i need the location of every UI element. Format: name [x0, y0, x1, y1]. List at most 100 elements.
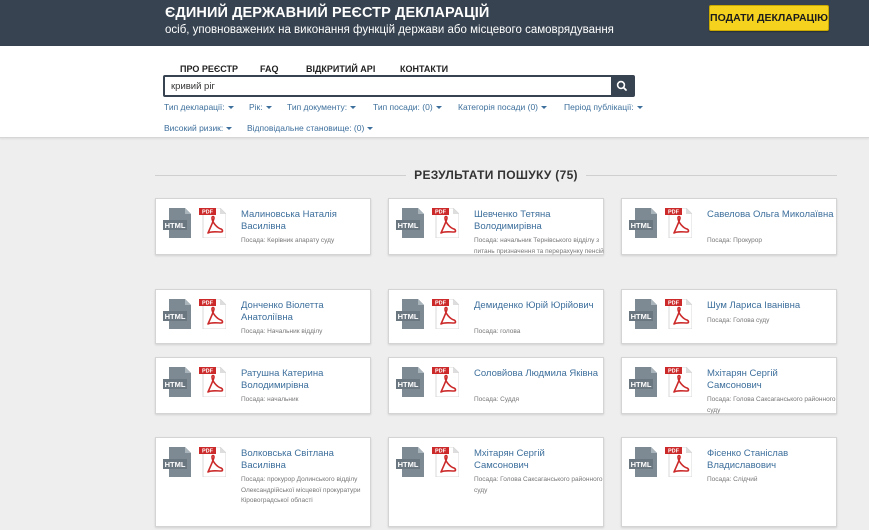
declarant-position: Посада: голова — [474, 328, 521, 335]
html-file-icon[interactable]: HTML — [629, 447, 657, 477]
results-title: РЕЗУЛЬТАТИ ПОШУКУ (75) — [0, 168, 869, 182]
declarant-name-link[interactable]: Малиновська Наталія Василівна — [241, 209, 369, 233]
html-file-icon[interactable]: HTML — [629, 299, 657, 329]
search-input[interactable] — [165, 77, 611, 95]
pdf-file-icon[interactable]: PDF — [665, 367, 692, 397]
declarant-name-link[interactable]: Волковська Світлана Василівна — [241, 448, 369, 472]
declarant-name-link[interactable]: Савелова Ольга Миколаївна — [707, 209, 835, 221]
result-card: HTML PDF Волковська Світлана Василівна П… — [155, 437, 371, 527]
declarant-position: Посада: Суддя — [474, 396, 520, 403]
declarant-name-link[interactable]: Шум Лариса Іванівна — [707, 300, 835, 312]
nav-contacts[interactable]: КОНТАКТИ — [400, 64, 448, 74]
html-file-icon[interactable]: HTML — [163, 367, 191, 397]
site-title[interactable]: ЄДИНИЙ ДЕРЖАВНИЙ РЕЄСТР ДЕКЛАРАЦІЙ — [165, 5, 489, 21]
filter-position-type[interactable]: Тип посади: (0) — [373, 102, 442, 112]
filter-responsible-position[interactable]: Відповідальне становище: (0) — [247, 123, 374, 133]
search-button[interactable] — [611, 77, 633, 95]
filter-declaration-type[interactable]: Тип декларації: — [164, 102, 234, 112]
pdf-file-icon[interactable]: PDF — [432, 367, 459, 397]
declarant-name-link[interactable]: Мхітарян Сергій Самсонович — [707, 368, 835, 392]
declarant-position: Посада: начальник Тернівського відділу з… — [474, 237, 604, 255]
nav-faq[interactable]: FAQ — [260, 64, 279, 74]
filter-document-type[interactable]: Тип документу: — [287, 102, 357, 112]
html-file-icon[interactable]: HTML — [629, 367, 657, 397]
nav-open-api[interactable]: ВІДКРИТИЙ API — [306, 64, 375, 74]
caret-down-icon — [226, 127, 233, 131]
caret-down-icon — [265, 106, 272, 110]
pdf-label: PDF — [435, 369, 447, 375]
search-panel: ПРО РЕЄСТР FAQ ВІДКРИТИЙ API КОНТАКТИ Ти… — [0, 46, 869, 138]
declarant-position: Посада: Голова суду — [707, 317, 770, 324]
declarant-position: Посада: Слідчий — [707, 476, 758, 483]
declarant-position: Посада: начальник — [241, 396, 299, 403]
pdf-file-icon[interactable]: PDF — [199, 447, 226, 477]
pdf-label: PDF — [668, 369, 680, 375]
pdf-label: PDF — [202, 210, 214, 216]
caret-down-icon — [367, 127, 374, 131]
html-file-icon[interactable]: HTML — [396, 208, 424, 238]
declarant-name-link[interactable]: Демиденко Юрій Юрійович — [474, 300, 602, 312]
pdf-file-icon[interactable]: PDF — [665, 447, 692, 477]
html-label: HTML — [631, 312, 652, 321]
html-label: HTML — [631, 460, 652, 469]
declarant-position: Посада: Начальник відділу — [241, 328, 323, 335]
html-label: HTML — [631, 221, 652, 230]
caret-down-icon — [350, 106, 357, 110]
declarant-name-link[interactable]: Мхітарян Сергій Самсонович — [474, 448, 602, 472]
result-card: HTML PDF Мхітарян Сергій Самсонович Поса… — [388, 437, 604, 527]
declarant-position: Посада: Голова Саксаганського районного … — [707, 396, 836, 414]
filter-position-category[interactable]: Категорія посади (0) — [458, 102, 548, 112]
pdf-file-icon[interactable]: PDF — [665, 208, 692, 238]
pdf-file-icon[interactable]: PDF — [199, 208, 226, 238]
declarant-name-link[interactable]: Донченко Віолетта Анатоліївна — [241, 300, 369, 324]
pdf-label: PDF — [202, 449, 214, 455]
html-label: HTML — [398, 221, 419, 230]
caret-down-icon — [636, 106, 643, 110]
html-file-icon[interactable]: HTML — [163, 299, 191, 329]
declarant-position: Посада: прокурор Долинського відділу Оле… — [241, 476, 361, 504]
declarant-name-link[interactable]: Шевченко Тетяна Володимирівна — [474, 209, 602, 233]
html-file-icon[interactable]: HTML — [396, 367, 424, 397]
site-header: ЄДИНИЙ ДЕРЖАВНИЙ РЕЄСТР ДЕКЛАРАЦІЙ осіб,… — [0, 0, 869, 46]
result-card: HTML PDF Малиновська Наталія Василівна П… — [155, 198, 371, 255]
declarant-name-link[interactable]: Соловйова Людмила Яківна — [474, 368, 602, 380]
result-card: HTML PDF Донченко Віолетта Анатоліївна П… — [155, 289, 371, 344]
nav-about[interactable]: ПРО РЕЄСТР — [180, 64, 238, 74]
pdf-file-icon[interactable]: PDF — [199, 367, 226, 397]
html-label: HTML — [165, 460, 186, 469]
pdf-label: PDF — [435, 301, 447, 307]
pdf-file-icon[interactable]: PDF — [432, 208, 459, 238]
html-file-icon[interactable]: HTML — [396, 447, 424, 477]
pdf-label: PDF — [202, 369, 214, 375]
html-label: HTML — [398, 380, 419, 389]
pdf-label: PDF — [202, 301, 214, 307]
filter-publication-period[interactable]: Період публікації: — [564, 102, 643, 112]
html-file-icon[interactable]: HTML — [396, 299, 424, 329]
html-file-icon[interactable]: HTML — [629, 208, 657, 238]
filter-high-risk[interactable]: Високий ризик: — [164, 123, 233, 133]
result-card: HTML PDF Соловйова Людмила Яківна Посада… — [388, 357, 604, 414]
declarant-position: Посада: Прокурор — [707, 237, 763, 244]
pdf-label: PDF — [435, 210, 447, 216]
filter-year[interactable]: Рік: — [249, 102, 272, 112]
pdf-label: PDF — [668, 449, 680, 455]
html-label: HTML — [165, 312, 186, 321]
html-file-icon[interactable]: HTML — [163, 447, 191, 477]
result-card: HTML PDF Демиденко Юрій Юрійович Посада:… — [388, 289, 604, 344]
caret-down-icon — [435, 106, 442, 110]
result-card: HTML PDF Мхітарян Сергій Самсонович Поса… — [621, 357, 837, 414]
submit-declaration-button[interactable]: ПОДАТИ ДЕКЛАРАЦІЮ — [709, 5, 829, 31]
result-card: HTML PDF Шевченко Тетяна Володимирівна П… — [388, 198, 604, 255]
declarant-position: Посада: Керівник апарату суду — [241, 237, 335, 244]
pdf-file-icon[interactable]: PDF — [665, 299, 692, 329]
pdf-file-icon[interactable]: PDF — [199, 299, 226, 329]
search-icon — [616, 80, 627, 91]
pdf-file-icon[interactable]: PDF — [432, 299, 459, 329]
pdf-label: PDF — [668, 210, 680, 216]
declarant-name-link[interactable]: Фісенко Станіслав Владиславович — [707, 448, 835, 472]
pdf-label: PDF — [435, 449, 447, 455]
result-card: HTML PDF Ратушна Катерина Володимирівна … — [155, 357, 371, 414]
html-file-icon[interactable]: HTML — [163, 208, 191, 238]
pdf-file-icon[interactable]: PDF — [432, 447, 459, 477]
declarant-name-link[interactable]: Ратушна Катерина Володимирівна — [241, 368, 369, 392]
